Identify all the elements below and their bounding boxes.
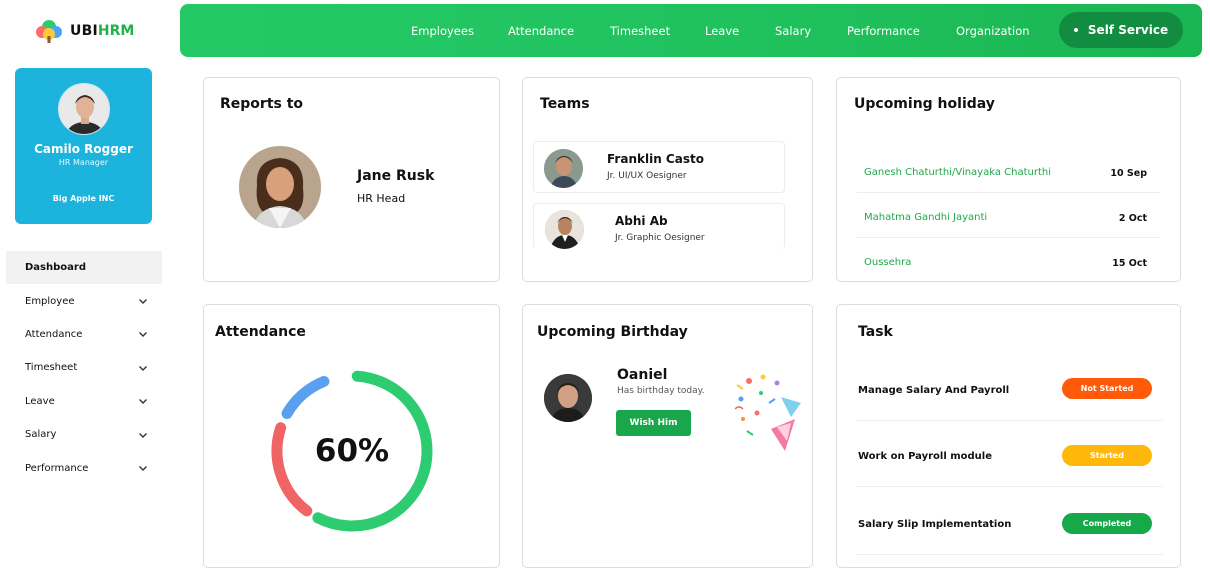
nav-link-leave[interactable]: Leave (705, 24, 739, 38)
teams-card: Teams Franklin Casto Jr. UI/UX Oesigner … (522, 77, 813, 282)
team-member-avatar (544, 149, 583, 188)
sidebar-item-leave[interactable]: Leave (6, 385, 162, 418)
nav-link-timesheet[interactable]: Timesheet (610, 24, 670, 38)
holiday-date: 2 Oct (1118, 213, 1147, 224)
birthday-subtitle: Has birthday today. (617, 386, 705, 396)
self-service-label: Self Service (1087, 23, 1169, 37)
chevron-down-icon (139, 399, 147, 405)
manager-name: Jane Rusk (357, 168, 435, 184)
team-member-name: Abhi Ab (615, 214, 668, 228)
sidebar-nav: Dashboard Employee Attendance Timesheet … (6, 251, 162, 485)
chevron-down-icon (139, 466, 147, 472)
task-row[interactable]: Manage Salary And Payroll Not Started (857, 365, 1163, 421)
holiday-name: Ganesh Chaturthi/Vinayaka Chaturthi (864, 167, 1052, 178)
card-title: Upcoming Birthday (537, 324, 688, 340)
holiday-date: 15 Oct (1112, 258, 1147, 269)
status-badge: Started (1062, 445, 1152, 466)
sidebar-item-label: Dashboard (25, 262, 86, 274)
sidebar-item-label: Leave (25, 395, 55, 407)
chevron-down-icon (139, 299, 147, 305)
reports-to-card: Reports to Jane Rusk HR Head (203, 77, 500, 282)
holiday-date: 10 Sep (1110, 168, 1147, 179)
status-badge: Completed (1062, 513, 1152, 534)
manager-photo (239, 146, 321, 228)
team-member-row[interactable]: Abhi Ab Jr. Graphic Oesigner (533, 203, 785, 249)
card-title: Reports to (220, 96, 304, 112)
party-popper-icon (734, 374, 801, 451)
upcoming-birthday-card: Upcoming Birthday Oaniel Has birthday to… (522, 304, 813, 568)
sidebar-item-label: Timesheet (25, 362, 78, 374)
team-member-row[interactable]: Franklin Casto Jr. UI/UX Oesigner (533, 141, 785, 193)
holiday-row[interactable]: Mahatma Gandhi Jayanti 2 Oct (857, 200, 1160, 238)
brand-logo[interactable]: UBI HRM (34, 18, 134, 44)
nav-link-organization[interactable]: Organization (956, 24, 1030, 38)
chevron-down-icon (139, 432, 147, 438)
card-title: Teams (540, 96, 590, 112)
card-title: Task (858, 324, 893, 340)
brand-name-part2: HRM (97, 23, 135, 39)
nav-link-employees[interactable]: Employees (411, 24, 474, 38)
profile-name: Camilo Rogger (34, 142, 133, 156)
tree-logo-icon (36, 20, 62, 43)
birthday-person-photo (544, 374, 592, 422)
nav-link-attendance[interactable]: Attendance (508, 24, 574, 38)
chevron-down-icon (139, 365, 147, 371)
sidebar-item-dashboard[interactable]: Dashboard (6, 251, 162, 285)
team-member-avatar (545, 210, 584, 249)
team-member-role: Jr. Graphic Oesigner (615, 233, 705, 243)
self-service-button[interactable]: Self Service (1059, 12, 1183, 48)
top-nav-bar: Employees Attendance Timesheet Leave Sal… (180, 4, 1202, 57)
team-member-name: Franklin Casto (607, 152, 704, 166)
sidebar-item-timesheet[interactable]: Timesheet (6, 351, 162, 384)
task-name: Manage Salary And Payroll (858, 385, 1010, 396)
task-row[interactable]: Salary Slip Implementation Completed (857, 499, 1163, 555)
holiday-row[interactable]: Oussehra 15 Oct (857, 245, 1160, 279)
chevron-down-icon (139, 332, 147, 338)
task-name: Salary Slip Implementation (858, 519, 1012, 530)
brand-name-part1: UBI (70, 23, 98, 39)
sidebar-item-label: Employee (25, 295, 75, 307)
attendance-card: Attendance 60% (203, 304, 500, 568)
sidebar-item-employee[interactable]: Employee (6, 284, 162, 317)
team-member-role: Jr. UI/UX Oesigner (607, 171, 687, 181)
birthday-person-name: Oaniel (617, 367, 668, 383)
attendance-percent: 60% (314, 433, 390, 469)
holiday-row[interactable]: Ganesh Chaturthi/Vinayaka Chaturthi 10 S… (857, 155, 1160, 193)
card-title: Upcoming holiday (854, 96, 995, 112)
profile-card[interactable]: Camilo Rogger HR Manager Big Apple INC (15, 68, 152, 224)
sidebar-item-label: Performance (25, 462, 89, 474)
sidebar-item-label: Attendance (25, 328, 83, 340)
sidebar-item-salary[interactable]: Salary (6, 418, 162, 451)
profile-role: HR Manager (58, 158, 109, 167)
card-title: Attendance (215, 324, 306, 340)
upcoming-holiday-card: Upcoming holiday Ganesh Chaturthi/Vinaya… (836, 77, 1181, 282)
holiday-name: Oussehra (864, 257, 912, 268)
profile-org: Big Apple INC (52, 194, 115, 203)
sidebar-item-label: Salary (25, 429, 57, 441)
avatar (58, 83, 110, 135)
manager-role: HR Head (357, 192, 406, 205)
dot-icon (1073, 28, 1078, 32)
nav-link-salary[interactable]: Salary (775, 24, 811, 38)
sidebar-item-performance[interactable]: Performance (6, 451, 162, 484)
wish-him-button[interactable]: Wish Him (616, 410, 691, 436)
task-name: Work on Payroll module (858, 451, 993, 462)
sidebar-item-attendance[interactable]: Attendance (6, 318, 162, 351)
holiday-name: Mahatma Gandhi Jayanti (864, 212, 988, 223)
status-badge: Not Started (1062, 378, 1152, 399)
task-card: Task Manage Salary And Payroll Not Start… (836, 304, 1181, 568)
task-row[interactable]: Work on Payroll module Started (857, 431, 1163, 487)
nav-link-performance[interactable]: Performance (847, 24, 920, 38)
